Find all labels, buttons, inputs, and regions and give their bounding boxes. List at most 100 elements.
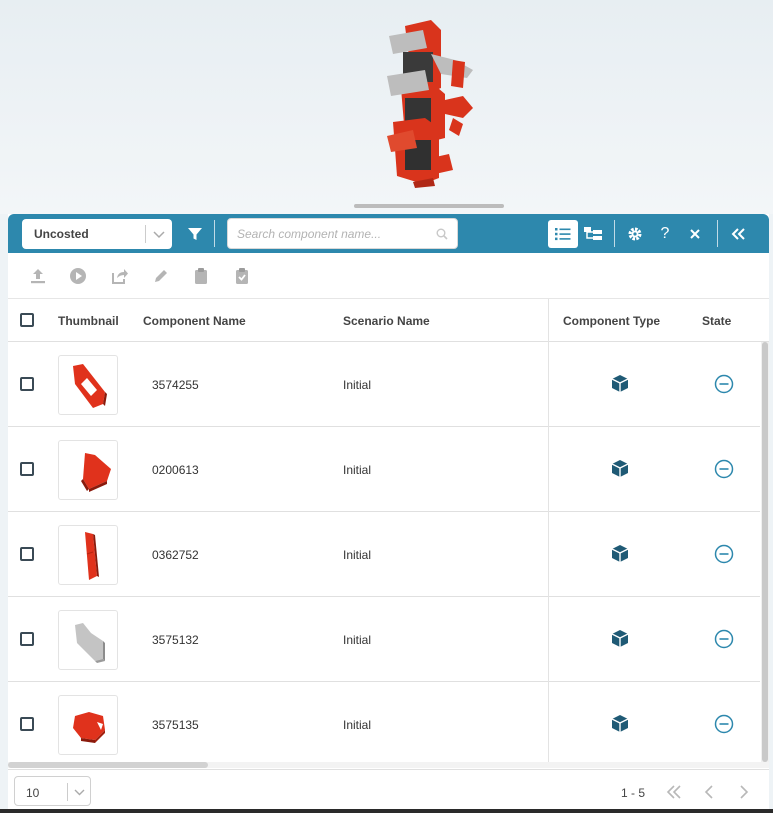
search-input[interactable]	[237, 225, 427, 243]
cost-button[interactable]	[68, 266, 88, 286]
component-name[interactable]: 0362752	[152, 548, 199, 562]
pagination-bar: 10 1 - 5	[8, 769, 769, 813]
row-checkbox[interactable]	[20, 717, 34, 731]
pencil-icon	[155, 270, 167, 282]
previous-page-icon[interactable]	[700, 783, 718, 801]
list-view-button[interactable]	[548, 220, 578, 248]
filter-icon[interactable]	[183, 222, 207, 246]
part-icon	[611, 545, 629, 562]
row-checkbox[interactable]	[20, 462, 34, 476]
component-name[interactable]: 3575132	[152, 633, 199, 647]
component-name[interactable]: 0200613	[152, 463, 199, 477]
edit-button[interactable]	[151, 266, 171, 286]
component-thumbnail	[58, 525, 118, 585]
toolbar-divider	[717, 220, 718, 247]
component-name[interactable]: 3574255	[152, 378, 199, 392]
play-icon	[70, 268, 86, 284]
minus-circle-icon	[714, 629, 734, 649]
list-view-icon	[555, 228, 571, 241]
column-header-state[interactable]: State	[702, 314, 731, 328]
explore-panel: Uncosted ?	[8, 214, 769, 813]
search-icon[interactable]	[436, 228, 448, 240]
scenario-name: Initial	[343, 378, 372, 392]
toolbar: Uncosted ?	[8, 214, 769, 253]
column-divider	[548, 299, 549, 762]
clipboard-check-button[interactable]	[232, 266, 252, 286]
minus-circle-icon	[714, 374, 734, 394]
row-checkbox[interactable]	[20, 547, 34, 561]
dropdown-divider	[145, 225, 146, 243]
component-name[interactable]: 3575135	[152, 718, 199, 732]
dropdown-divider	[67, 783, 68, 801]
table-row[interactable]: 3575135 Initial	[8, 682, 760, 767]
minus-circle-icon	[714, 459, 734, 479]
toolbar-divider	[214, 220, 215, 247]
minus-circle-icon	[714, 544, 734, 564]
settings-button[interactable]	[623, 222, 647, 246]
close-icon	[690, 229, 700, 239]
part-icon	[611, 630, 629, 647]
row-checkbox[interactable]	[20, 377, 34, 391]
scenario-name: Initial	[343, 548, 372, 562]
action-bar	[8, 253, 769, 299]
3d-viewer[interactable]	[0, 0, 773, 214]
vertical-scrollbar[interactable]	[761, 342, 769, 762]
red-plate-with-slot-image	[73, 364, 107, 408]
toolbar-divider	[614, 220, 615, 247]
chevron-down-icon	[153, 231, 165, 239]
component-thumbnail	[58, 610, 118, 670]
filter-dropdown-value: Uncosted	[34, 227, 89, 241]
table-header: Thumbnail Component Name Scenario Name C…	[8, 299, 769, 342]
scenario-name: Initial	[343, 463, 372, 477]
column-header-component-name[interactable]: Component Name	[143, 314, 246, 328]
close-button[interactable]	[683, 222, 707, 246]
page-size-dropdown[interactable]: 10	[14, 776, 91, 806]
search-box[interactable]	[227, 218, 458, 249]
chevron-down-icon	[74, 789, 85, 796]
scrollbar-thumb[interactable]	[8, 762, 208, 768]
component-thumbnail	[58, 695, 118, 755]
part-icon	[611, 460, 629, 477]
tree-view-icon	[584, 227, 602, 240]
component-thumbnail	[58, 440, 118, 500]
page-range: 1 - 5	[621, 786, 646, 800]
red-bar-image	[85, 532, 99, 580]
share-icon	[112, 269, 128, 284]
grey-bracket-image	[75, 623, 105, 663]
filter-dropdown[interactable]: Uncosted	[22, 219, 172, 249]
next-page-icon[interactable]	[735, 783, 753, 801]
page-size-value: 10	[26, 786, 40, 800]
select-all-checkbox[interactable]	[20, 313, 34, 327]
assembly-model-image	[387, 20, 473, 188]
first-page-icon[interactable]	[665, 783, 683, 801]
horizontal-scrollbar[interactable]	[8, 762, 769, 768]
table-row[interactable]: 0362752 Initial	[8, 512, 760, 597]
scenario-name: Initial	[343, 718, 372, 732]
part-icon	[611, 375, 629, 392]
table-row[interactable]: 3575132 Initial	[8, 597, 760, 682]
column-header-thumbnail[interactable]: Thumbnail	[58, 314, 119, 328]
collapse-panel-button[interactable]	[726, 222, 750, 246]
part-icon	[611, 715, 629, 732]
clipboard-check-icon	[236, 268, 248, 284]
window-bottom-border	[0, 809, 773, 813]
table-row[interactable]: 0200613 Initial	[8, 427, 760, 512]
clipboard-button[interactable]	[191, 266, 211, 286]
publish-button[interactable]	[109, 266, 129, 286]
upload-button[interactable]	[28, 266, 48, 286]
table-row[interactable]: 3574255 Initial	[8, 342, 760, 427]
red-block-image	[73, 712, 105, 743]
scrollbar-thumb[interactable]	[762, 342, 768, 762]
red-wedge-image	[81, 453, 111, 492]
gear-icon	[628, 227, 642, 241]
column-header-scenario-name[interactable]: Scenario Name	[343, 314, 430, 328]
row-checkbox[interactable]	[20, 632, 34, 646]
component-thumbnail	[58, 355, 118, 415]
help-icon[interactable]: ?	[653, 222, 677, 246]
column-header-component-type[interactable]: Component Type	[563, 314, 660, 328]
scenario-name: Initial	[343, 633, 372, 647]
viewer-resize-handle[interactable]	[354, 204, 504, 208]
minus-circle-icon	[714, 714, 734, 734]
tree-view-button[interactable]	[581, 222, 605, 246]
clipboard-icon	[195, 268, 207, 284]
